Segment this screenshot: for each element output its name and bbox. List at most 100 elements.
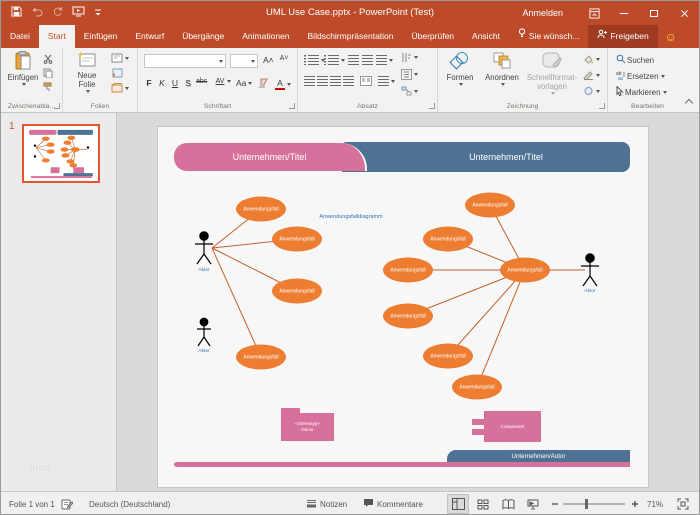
copy-button[interactable] xyxy=(43,68,53,78)
zoom-in-button[interactable] xyxy=(631,492,639,515)
numbering-button[interactable] xyxy=(328,55,345,65)
reset-slide-button[interactable] xyxy=(111,68,123,78)
header-banner-right[interactable]: Unternehmen/Titel xyxy=(342,142,630,172)
slideshow-view-button[interactable] xyxy=(522,494,544,514)
slide-canvas[interactable]: Unternehmen/Titel Unternehmen/Titel Anwe… xyxy=(158,127,648,487)
share-button[interactable]: Freigeben xyxy=(588,25,657,48)
change-case-button[interactable]: Aa xyxy=(236,78,252,88)
add-remove-columns-button[interactable] xyxy=(378,76,395,86)
strikethrough-button[interactable]: abc xyxy=(196,78,207,85)
feedback-smiley-icon[interactable]: ☺ xyxy=(658,25,684,48)
usecase-oval[interactable]: Anwendungsfall xyxy=(236,345,286,370)
header-banner-left[interactable]: Unternehmen/Titel xyxy=(174,143,367,171)
decrease-font-size-button[interactable]: A˅ xyxy=(279,55,289,62)
uml-component-shape[interactable]: Component xyxy=(484,411,541,442)
sign-in-link[interactable]: Anmelden xyxy=(522,8,563,18)
character-spacing-button[interactable]: AV xyxy=(215,78,231,85)
drawing-dialog-launcher-icon[interactable] xyxy=(599,103,605,109)
cut-button[interactable] xyxy=(43,54,54,64)
zoom-level[interactable]: 71% xyxy=(647,492,663,515)
notes-button[interactable]: Notizen xyxy=(306,492,347,515)
proofing-icon[interactable] xyxy=(61,492,73,515)
usecase-oval[interactable]: Anwendungsfall xyxy=(383,258,433,283)
select-button[interactable]: Markieren xyxy=(616,86,667,98)
tab-einfuegen[interactable]: Einfügen xyxy=(75,25,127,48)
zoom-out-button[interactable] xyxy=(551,492,559,515)
decrease-indent-button[interactable] xyxy=(348,55,359,65)
font-color-button[interactable]: A xyxy=(275,78,291,90)
section-button[interactable] xyxy=(111,83,129,93)
usecase-oval[interactable]: Anwendungsfall xyxy=(272,227,322,252)
justify-button[interactable] xyxy=(343,76,354,86)
usecase-oval[interactable]: Anwendungsfall xyxy=(423,344,473,369)
usecase-oval[interactable]: Anwendungsfall xyxy=(236,197,286,222)
close-button[interactable] xyxy=(669,1,699,25)
footer-bar[interactable] xyxy=(174,462,630,467)
fit-to-window-icon[interactable] xyxy=(677,492,689,515)
ribbon-display-options-icon[interactable] xyxy=(579,1,609,25)
clear-formatting-button[interactable] xyxy=(258,78,269,88)
columns-button[interactable] xyxy=(360,76,372,86)
increase-font-size-button[interactable]: A˄ xyxy=(263,55,274,65)
comments-button[interactable]: Kommentare xyxy=(363,492,423,515)
normal-view-button[interactable] xyxy=(447,494,469,514)
zoom-slider[interactable] xyxy=(563,492,625,515)
usecase-oval[interactable]: Anwendungsfall xyxy=(423,227,473,252)
font-size-combobox[interactable] xyxy=(230,54,258,68)
underline-button[interactable]: U xyxy=(170,78,180,88)
bullets-button[interactable] xyxy=(308,55,325,65)
diagram-title[interactable]: Anwendungsfalldiagramm xyxy=(319,214,382,220)
maximize-button[interactable] xyxy=(639,1,669,25)
italic-button[interactable]: K xyxy=(157,78,167,88)
slide-sorter-view-button[interactable] xyxy=(472,494,494,514)
shape-fill-button[interactable] xyxy=(583,54,600,64)
usecase-oval[interactable]: Anwendungsfall xyxy=(452,375,502,400)
usecase-oval[interactable]: Anwendungsfall xyxy=(272,279,322,304)
align-text-button[interactable] xyxy=(401,69,418,80)
find-button[interactable]: Suchen xyxy=(616,54,654,66)
actor-label[interactable]: Aktor xyxy=(584,289,595,294)
shape-effects-button[interactable] xyxy=(583,86,600,96)
actor-label[interactable]: Aktor xyxy=(198,349,209,354)
slide-layout-button[interactable] xyxy=(111,53,129,63)
font-name-combobox[interactable] xyxy=(144,54,226,68)
tab-uebergaenge[interactable]: Übergänge xyxy=(173,25,233,48)
quick-styles-button[interactable]: Schnellformat-vorlagen xyxy=(525,51,579,95)
format-painter-button[interactable] xyxy=(43,82,53,92)
clipboard-dialog-launcher-icon[interactable] xyxy=(54,103,60,109)
align-right-button[interactable] xyxy=(330,76,341,86)
usecase-oval[interactable]: Anwendungsfall xyxy=(465,193,515,218)
replace-button[interactable]: abacErsetzen xyxy=(616,70,665,82)
font-dialog-launcher-icon[interactable] xyxy=(289,103,295,109)
usecase-oval[interactable]: Anwendungsfall xyxy=(383,304,433,329)
tab-datei[interactable]: Datei xyxy=(1,25,39,48)
increase-indent-button[interactable] xyxy=(362,55,373,65)
text-shadow-button[interactable]: S xyxy=(183,78,193,88)
tab-entwurf[interactable]: Entwurf xyxy=(126,25,173,48)
tab-animationen[interactable]: Animationen xyxy=(233,25,298,48)
new-slide-button[interactable]: Neue Folie xyxy=(69,51,105,93)
tell-me-box[interactable]: Sie wünsch... xyxy=(509,25,589,48)
slide-thumbnail[interactable] xyxy=(22,124,100,183)
tab-start[interactable]: Start xyxy=(39,25,75,48)
paragraph-dialog-launcher-icon[interactable] xyxy=(429,103,435,109)
usecase-oval-central[interactable]: Anwendungsfall xyxy=(500,258,550,283)
text-direction-button[interactable] xyxy=(401,52,418,63)
line-spacing-button[interactable] xyxy=(376,55,393,65)
paste-button[interactable]: Einfügen xyxy=(6,51,40,86)
convert-to-smartart-button[interactable] xyxy=(401,86,418,97)
language-indicator[interactable]: Deutsch (Deutschland) xyxy=(89,492,170,515)
bold-button[interactable]: F xyxy=(144,78,154,88)
zoom-slider-thumb[interactable] xyxy=(585,499,588,509)
uml-package-shape[interactable]: «Stereotyp» Name xyxy=(281,413,334,441)
tab-ansicht[interactable]: Ansicht xyxy=(463,25,509,48)
align-left-button[interactable] xyxy=(304,76,315,86)
tab-ueberpruefen[interactable]: Überprüfen xyxy=(403,25,464,48)
actor-label[interactable]: Aktor xyxy=(198,268,209,273)
shapes-button[interactable]: Formen xyxy=(441,51,479,86)
reading-view-button[interactable] xyxy=(497,494,519,514)
tab-bildschirmpraesentation[interactable]: Bildschirmpräsentation xyxy=(299,25,403,48)
align-center-button[interactable] xyxy=(317,76,328,86)
shape-outline-button[interactable] xyxy=(583,70,600,80)
minimize-button[interactable] xyxy=(609,1,639,25)
